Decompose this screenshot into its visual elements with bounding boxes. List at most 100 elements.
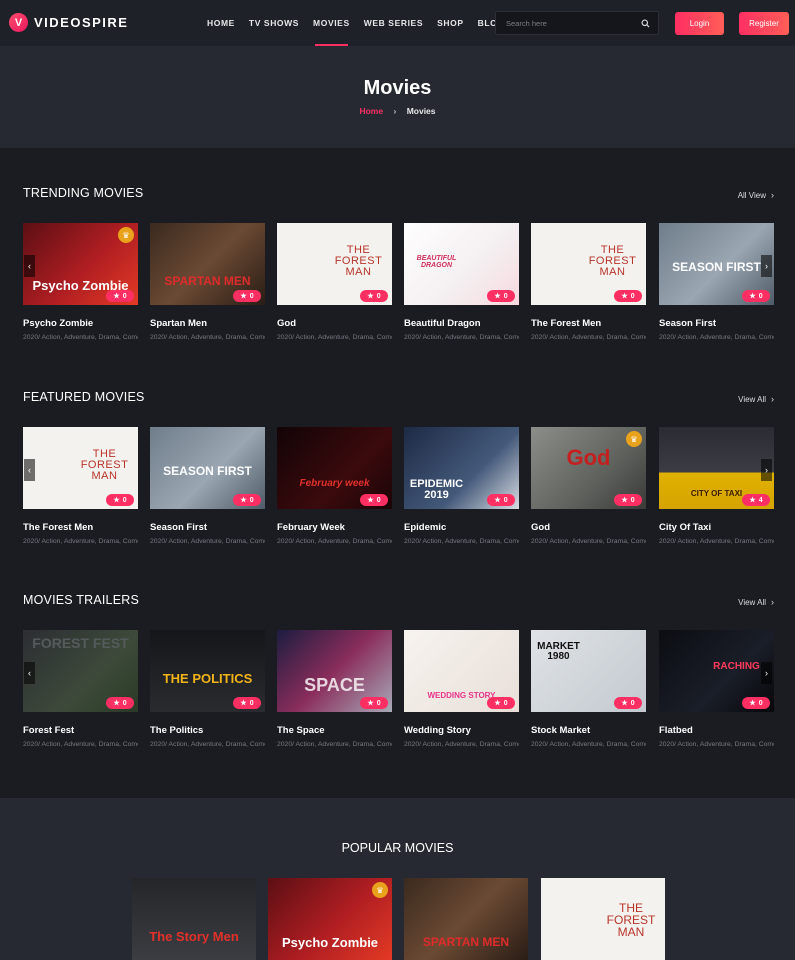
movie-poster[interactable]: THE FOREST MAN ★ 0 <box>277 223 392 305</box>
movie-poster[interactable]: RACHING ★ 0 <box>659 630 774 712</box>
movie-title[interactable]: Forest Fest <box>23 725 138 736</box>
movie-title[interactable]: The Forest Men <box>531 318 646 329</box>
movie-poster[interactable]: CITY OF TAXI ★ 4 <box>659 427 774 509</box>
movie-title[interactable]: God <box>531 522 646 533</box>
poster-title-art: MARKET 1980 <box>537 641 580 662</box>
menu-item-web-series[interactable]: WEB SERIES <box>357 0 430 46</box>
movie-poster[interactable]: WEDDING STORY ★ 0 <box>404 630 519 712</box>
movie-card[interactable]: WEDDING STORY ★ 0 Wedding Story 2020/ Action… <box>404 630 519 748</box>
movie-title[interactable]: Psycho Zombie <box>23 318 138 329</box>
movie-poster[interactable]: SEASON FIRST ★ 0 <box>150 427 265 509</box>
rating-value: 0 <box>122 699 127 707</box>
movie-card[interactable]: BEAUTIFUL DRAGON ★ 0 Beautiful Dragon 2020/ … <box>404 223 519 341</box>
movie-poster[interactable]: MARKET 1980 ★ 0 <box>531 630 646 712</box>
view-all-link[interactable]: All View › <box>738 190 774 200</box>
search-input[interactable] <box>504 17 641 29</box>
view-all-link[interactable]: View All › <box>738 597 774 607</box>
rating-value: 0 <box>249 699 254 707</box>
movie-card[interactable]: FOREST FEST ★ 0 Forest Fest 2020/ Action, Ad… <box>23 630 138 748</box>
movie-title[interactable]: City Of Taxi <box>659 522 774 533</box>
movie-card[interactable]: MARKET 1980 ★ 0 Stock Market 2020/ Action, A… <box>531 630 646 748</box>
movie-title[interactable]: The Forest Men <box>23 522 138 533</box>
movie-title[interactable]: Season First <box>659 318 774 329</box>
movie-meta: 2020/ Action, Adventure, Drama, Comedy <box>531 538 646 545</box>
poster-title-art: SPARTAN MEN <box>164 274 251 288</box>
chevron-right-icon[interactable]: › <box>761 459 772 481</box>
chevron-left-icon[interactable]: ‹ <box>24 662 35 684</box>
poster-title-art: BEAUTIFUL DRAGON <box>416 255 457 269</box>
movie-title[interactable]: Wedding Story <box>404 725 519 736</box>
movie-card[interactable]: RACHING ★ 0 Flatbed 2020/ Action, Adventure,… <box>659 630 774 748</box>
popular-movie-poster[interactable]: Psycho Zombie ♛ <box>268 878 392 960</box>
movie-poster[interactable]: SEASON FIRST ★ 0 <box>659 223 774 305</box>
movie-meta: 2020/ Action, Adventure, Drama, Comedy <box>531 334 646 341</box>
movie-poster[interactable]: February week ★ 0 <box>277 427 392 509</box>
menu-item-movies[interactable]: MOVIES <box>306 0 357 46</box>
movie-card[interactable]: Psycho Zombie ♛ ★ 0 Psycho Zombie 2020/ Actio… <box>23 223 138 341</box>
movie-card[interactable]: THE FOREST MAN ★ 0 God 2020/ Action, Adventu… <box>277 223 392 341</box>
movie-card[interactable]: EPIDEMIC 2019 ★ 0 Epidemic 2020/ Action, Adv… <box>404 427 519 545</box>
star-icon: ★ <box>367 293 374 300</box>
login-button[interactable]: Login <box>675 12 724 35</box>
movie-poster[interactable]: THE POLITICS ★ 0 <box>150 630 265 712</box>
movie-card[interactable]: SPARTAN MEN ★ 0 Spartan Men 2020/ Action, Ad… <box>150 223 265 341</box>
menu-item-shop[interactable]: SHOP <box>430 0 471 46</box>
movie-poster[interactable]: SPARTAN MEN ★ 0 <box>150 223 265 305</box>
register-button[interactable]: Register <box>739 12 789 35</box>
breadcrumb-separator: › <box>393 106 397 116</box>
view-all-link[interactable]: View All › <box>738 394 774 404</box>
rating-badge: ★ 0 <box>614 697 642 709</box>
chevron-right-icon[interactable]: › <box>761 255 772 277</box>
rating-badge: ★ 4 <box>742 494 770 506</box>
star-icon: ★ <box>240 497 247 504</box>
movie-card[interactable]: God ♛ ★ 0 God 2020/ Action, Adventure, Drama,… <box>531 427 646 545</box>
rating-badge: ★ 0 <box>233 290 261 302</box>
star-icon: ★ <box>749 700 756 707</box>
movie-card[interactable]: THE FOREST MAN ★ 0 The Forest Men 2020/ Acti… <box>23 427 138 545</box>
popular-movie-poster[interactable]: SPARTAN MEN <box>404 878 528 960</box>
movie-title[interactable]: Flatbed <box>659 725 774 736</box>
movie-poster[interactable]: THE FOREST MAN ★ 0 <box>531 223 646 305</box>
movie-title[interactable]: Spartan Men <box>150 318 265 329</box>
main-menu: HOME TV SHOWS MOVIES WEB SERIES SHOP BLO… <box>200 0 512 46</box>
menu-item-tv-shows[interactable]: TV SHOWS <box>242 0 306 46</box>
movie-poster[interactable]: SPACE ★ 0 <box>277 630 392 712</box>
popular-movie-poster[interactable]: The Story Men <box>132 878 256 960</box>
movie-card[interactable]: SEASON FIRST ★ 0 Season First 2020/ Action, … <box>659 223 774 341</box>
movie-poster[interactable]: BEAUTIFUL DRAGON ★ 0 <box>404 223 519 305</box>
movie-poster[interactable]: THE FOREST MAN ★ 0 <box>23 427 138 509</box>
movie-poster[interactable]: EPIDEMIC 2019 ★ 0 <box>404 427 519 509</box>
movie-title[interactable]: Season First <box>150 522 265 533</box>
movie-meta: 2020/ Action, Adventure, Drama, Comedy <box>150 741 265 748</box>
movie-card[interactable]: SEASON FIRST ★ 0 Season First 2020/ Action, … <box>150 427 265 545</box>
search-icon[interactable] <box>641 18 650 28</box>
movie-title[interactable]: February Week <box>277 522 392 533</box>
movie-card[interactable]: CITY OF TAXI ★ 4 City Of Taxi 2020/ Action, … <box>659 427 774 545</box>
movie-card[interactable]: SPACE ★ 0 The Space 2020/ Action, Adventure,… <box>277 630 392 748</box>
popular-movie-poster[interactable]: THE FOREST MAN <box>541 878 665 960</box>
star-icon: ★ <box>240 293 247 300</box>
movie-title[interactable]: God <box>277 318 392 329</box>
movie-card[interactable]: THE FOREST MAN ★ 0 The Forest Men 2020/ Acti… <box>531 223 646 341</box>
poster-title-art: THE FOREST MAN <box>606 901 656 939</box>
star-icon: ★ <box>621 700 628 707</box>
breadcrumb-home-link[interactable]: Home <box>359 106 383 116</box>
chevron-left-icon[interactable]: ‹ <box>24 255 35 277</box>
movie-title[interactable]: The Space <box>277 725 392 736</box>
movie-poster[interactable]: God ♛ ★ 0 <box>531 427 646 509</box>
movie-title[interactable]: The Politics <box>150 725 265 736</box>
menu-item-home[interactable]: HOME <box>200 0 242 46</box>
movie-meta: 2020/ Action, Adventure, Drama, Comedy <box>150 334 265 341</box>
movie-title[interactable]: Stock Market <box>531 725 646 736</box>
movie-card[interactable]: February week ★ 0 February Week 2020/ Action… <box>277 427 392 545</box>
crown-icon: ♛ <box>626 431 642 447</box>
movie-poster[interactable]: Psycho Zombie ♛ ★ 0 <box>23 223 138 305</box>
movie-title[interactable]: Epidemic <box>404 522 519 533</box>
chevron-left-icon[interactable]: ‹ <box>24 459 35 481</box>
poster-title-art: Psycho Zombie <box>281 935 379 950</box>
movie-poster[interactable]: FOREST FEST ★ 0 <box>23 630 138 712</box>
chevron-right-icon[interactable]: › <box>761 662 772 684</box>
movie-title[interactable]: Beautiful Dragon <box>404 318 519 329</box>
brand-logo[interactable]: V VIDEOSPIRE <box>9 13 128 32</box>
movie-card[interactable]: THE POLITICS ★ 0 The Politics 2020/ Action, … <box>150 630 265 748</box>
